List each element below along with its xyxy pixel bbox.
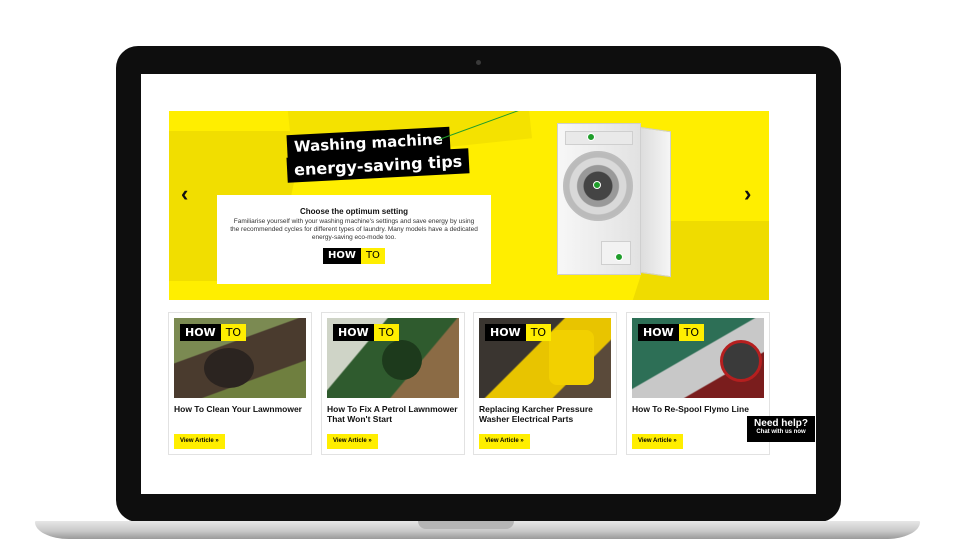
laptop-notch xyxy=(418,521,514,529)
need-help-subtitle: Chat with us now xyxy=(756,429,806,435)
how-to-logo-how: HOW xyxy=(638,324,679,341)
hero-banner: Washing machine energy-saving tips ‹ › C… xyxy=(169,111,769,300)
view-article-button[interactable]: View Article » xyxy=(632,434,683,449)
article-thumbnail[interactable]: HOW TO xyxy=(327,318,459,398)
article-card[interactable]: HOW TO How To Fix A Petrol Lawnmower That… xyxy=(321,312,465,455)
how-to-logo-to: TO xyxy=(678,324,705,341)
need-help-chat-button[interactable]: Need help? Chat with us now xyxy=(747,416,815,442)
how-to-logo-to: TO xyxy=(360,248,385,264)
article-title[interactable]: How To Clean Your Lawnmower xyxy=(174,404,308,414)
info-box: Choose the optimum setting Familiarise y… xyxy=(217,195,491,284)
how-to-logo-how: HOW xyxy=(323,248,361,264)
hotspot-dot[interactable] xyxy=(615,253,623,261)
article-title[interactable]: How To Fix A Petrol Lawnmower That Won't… xyxy=(327,404,461,424)
how-to-logo-how: HOW xyxy=(180,324,221,341)
how-to-logo: HOW TO xyxy=(333,324,400,341)
need-help-title: Need help? xyxy=(754,418,808,429)
article-thumbnail[interactable]: HOW TO xyxy=(174,318,306,398)
washing-machine-image xyxy=(557,123,677,283)
article-title[interactable]: How To Re-Spool Flymo Line xyxy=(632,404,766,414)
how-to-logo-how: HOW xyxy=(333,324,374,341)
info-text: Familiarise yourself with your washing m… xyxy=(230,218,478,241)
webcam xyxy=(476,60,481,65)
info-title: Choose the optimum setting xyxy=(300,207,408,216)
lawnmower-shape xyxy=(204,348,254,388)
how-to-logo-to: TO xyxy=(220,324,247,341)
article-card[interactable]: HOW TO Replacing Karcher Pressure Washer … xyxy=(473,312,617,455)
next-slide-arrow-icon[interactable]: › xyxy=(744,183,751,205)
how-to-logo: HOW TO xyxy=(485,324,552,341)
laptop-screen: Washing machine energy-saving tips ‹ › C… xyxy=(141,74,816,494)
article-title[interactable]: Replacing Karcher Pressure Washer Electr… xyxy=(479,404,613,424)
previous-slide-arrow-icon[interactable]: ‹ xyxy=(181,183,188,205)
washing-machine-side xyxy=(639,126,671,278)
how-to-logo: HOW TO xyxy=(638,324,705,341)
view-article-button[interactable]: View Article » xyxy=(174,434,225,449)
view-article-button[interactable]: View Article » xyxy=(479,434,530,449)
view-article-button[interactable]: View Article » xyxy=(327,434,378,449)
how-to-logo-to: TO xyxy=(525,324,552,341)
how-to-logo: HOW TO xyxy=(323,248,385,264)
hotspot-dot[interactable] xyxy=(593,181,601,189)
how-to-logo-to: TO xyxy=(373,324,400,341)
how-to-logo: HOW TO xyxy=(180,324,247,341)
washing-machine-control-panel xyxy=(565,131,633,145)
article-card[interactable]: HOW TO How To Clean Your Lawnmower View A… xyxy=(168,312,312,455)
pressure-washer-shape xyxy=(549,330,594,385)
hotspot-dot[interactable] xyxy=(587,133,595,141)
article-thumbnail[interactable]: HOW TO xyxy=(632,318,764,398)
lawnmower-shape xyxy=(382,340,422,380)
how-to-logo-how: HOW xyxy=(485,324,526,341)
article-thumbnail[interactable]: HOW TO xyxy=(479,318,611,398)
spool-shape xyxy=(720,340,762,382)
